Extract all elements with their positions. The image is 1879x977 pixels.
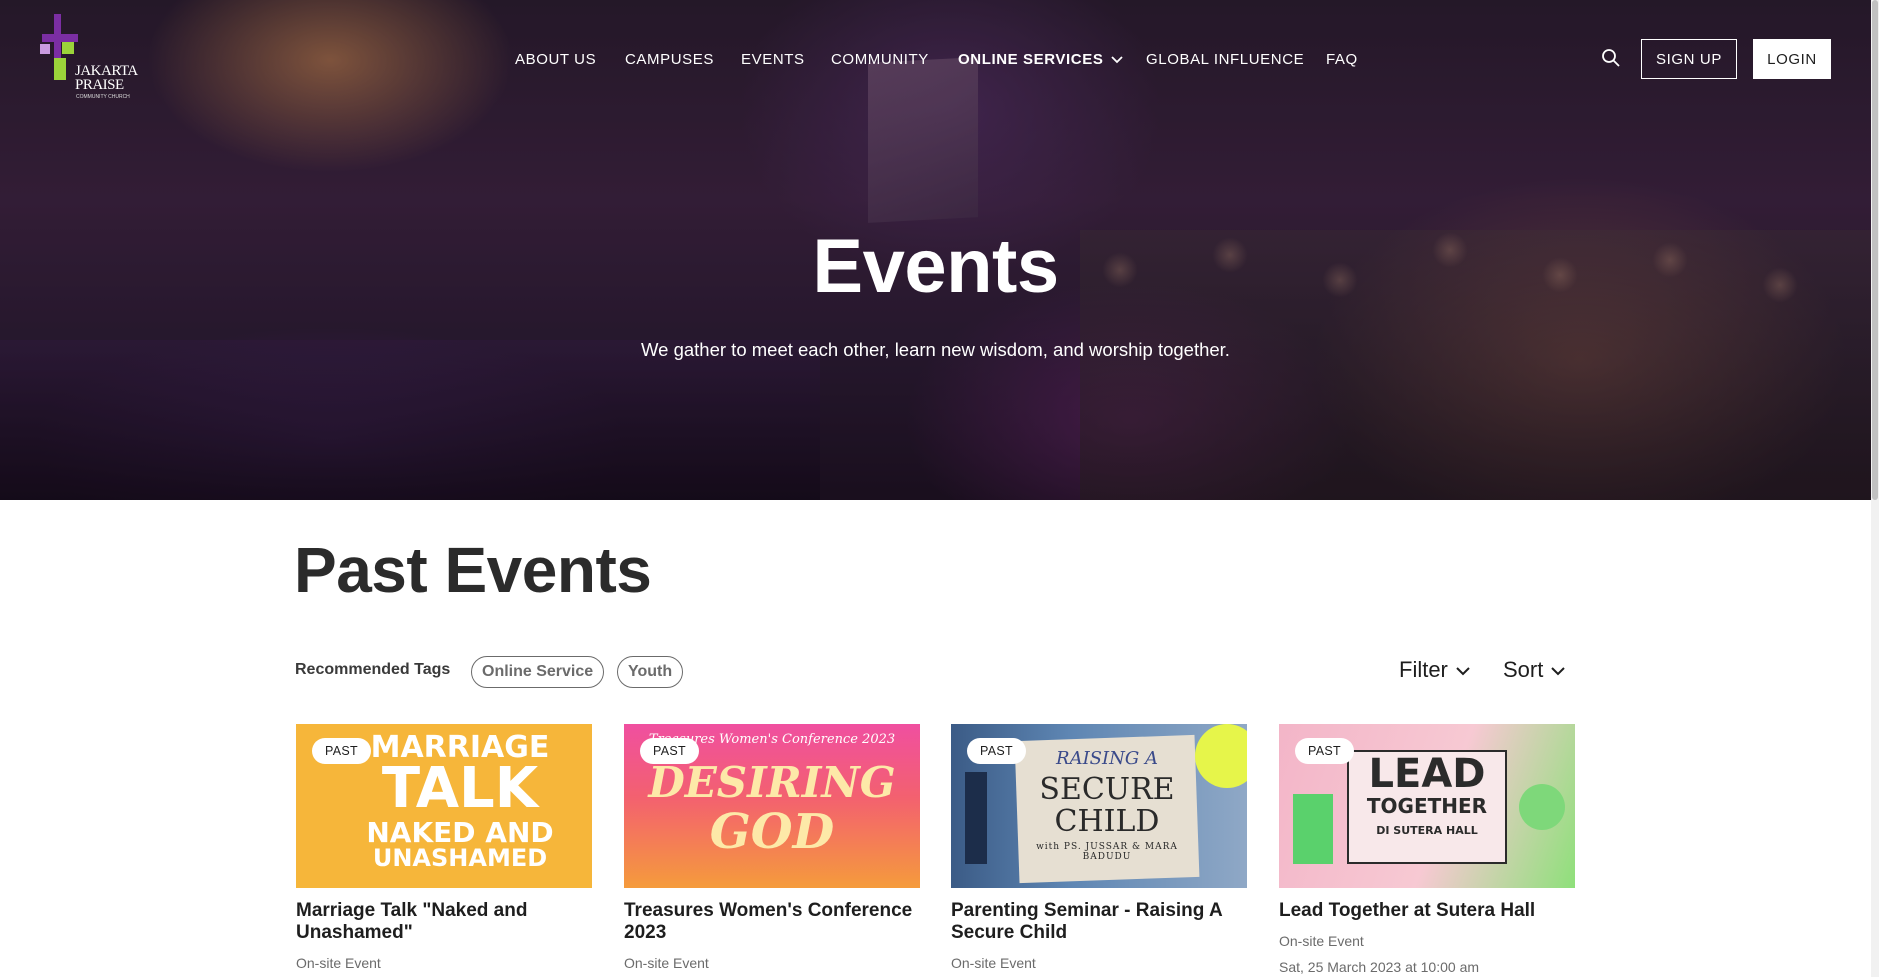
page-title: Events [812, 224, 1059, 309]
thumb-text: RAISING A [1056, 748, 1158, 769]
event-thumbnail: LEAD TOGETHER DI SUTERA HALL PAST [1279, 724, 1575, 888]
filter-button[interactable]: Filter [1399, 655, 1470, 685]
thumb-text: CHILD [1054, 804, 1160, 839]
event-title[interactable]: Parenting Seminar - Raising A Secure Chi… [951, 900, 1247, 944]
sort-button[interactable]: Sort [1503, 655, 1566, 685]
past-badge: PAST [967, 738, 1026, 764]
signup-button[interactable]: SIGN UP [1641, 39, 1737, 79]
thumb-text: GOD [709, 804, 835, 860]
thumb-text: TALK [381, 756, 539, 821]
login-button[interactable]: LOGIN [1753, 39, 1831, 79]
event-thumbnail: Treasures Women's Conference 2023 DESIRI… [624, 724, 920, 888]
thumb-text: UNASHAMED [372, 844, 548, 872]
nav-events[interactable]: EVENTS [741, 48, 805, 72]
thumb-shape [1293, 794, 1333, 864]
thumb-text: SECURE [1039, 772, 1175, 807]
past-badge: PAST [312, 738, 371, 764]
chevron-down-icon [1111, 56, 1124, 64]
event-type: On-site Event [296, 955, 381, 971]
nav-community[interactable]: COMMUNITY [831, 48, 929, 72]
recommended-tags-label: Recommended Tags [295, 661, 451, 678]
chevron-down-icon [1456, 666, 1470, 676]
event-title[interactable]: Treasures Women's Conference 2023 [624, 900, 920, 944]
event-type: On-site Event [951, 955, 1036, 971]
event-title[interactable]: Marriage Talk "Naked and Unashamed" [296, 900, 592, 944]
chevron-down-icon [1551, 666, 1566, 676]
event-card[interactable]: MARRIAGE TALK NAKED AND UNASHAMED PAST M… [296, 724, 592, 972]
nav-campuses[interactable]: CAMPUSES [625, 48, 714, 72]
nav-online-services[interactable]: ONLINE SERVICES [958, 48, 1124, 72]
sort-label: Sort [1503, 657, 1544, 682]
thumb-date-strip [965, 772, 987, 864]
event-type: On-site Event [624, 955, 709, 971]
section-title: Past Events [294, 534, 652, 606]
event-type: On-site Event [1279, 933, 1364, 949]
event-title[interactable]: Lead Together at Sutera Hall [1279, 900, 1575, 922]
event-thumbnail: RAISING A SECURE CHILD with PS. JUSSAR &… [951, 724, 1247, 888]
thumb-text: LEAD [1368, 751, 1486, 797]
past-badge: PAST [1295, 738, 1354, 764]
nav-faq[interactable]: FAQ [1326, 48, 1358, 72]
event-thumbnail: MARRIAGE TALK NAKED AND UNASHAMED PAST [296, 724, 592, 888]
tag-online-service[interactable]: Online Service [471, 656, 605, 688]
thumb-text: with PS. JUSSAR & MARA BADUDU [1036, 842, 1178, 862]
event-card[interactable]: Treasures Women's Conference 2023 DESIRI… [624, 724, 920, 972]
thumb-shape [1519, 784, 1565, 830]
event-card[interactable]: LEAD TOGETHER DI SUTERA HALL PAST Lead T… [1279, 724, 1575, 976]
event-card[interactable]: RAISING A SECURE CHILD with PS. JUSSAR &… [951, 724, 1247, 972]
tag-youth[interactable]: Youth [617, 656, 684, 688]
logo-text-praise: PRAISE [75, 77, 124, 93]
page-subtitle: We gather to meet each other, learn new … [641, 339, 1230, 360]
thumb-text: DI SUTERA HALL [1376, 824, 1478, 837]
scrollbar-thumb[interactable] [1872, 0, 1878, 500]
nav-about-us[interactable]: ABOUT US [515, 48, 596, 72]
logo-text-subtitle: COMMUNITY CHURCH [76, 94, 130, 100]
thumb-sticker [1195, 724, 1247, 788]
nav-global-influence[interactable]: GLOBAL INFLUENCE [1146, 48, 1304, 72]
thumb-text: TOGETHER [1366, 794, 1488, 818]
event-date: Sat, 25 March 2023 at 10:00 am [1279, 959, 1480, 975]
search-icon[interactable] [1601, 48, 1621, 68]
filter-label: Filter [1399, 657, 1448, 682]
past-badge: PAST [640, 738, 699, 764]
nav-online-services-label: ONLINE SERVICES [958, 51, 1104, 68]
thumb-text: DESIRING [648, 758, 896, 807]
main-nav: ABOUT US CAMPUSES EVENTS COMMUNITY ONLIN… [0, 48, 1879, 72]
